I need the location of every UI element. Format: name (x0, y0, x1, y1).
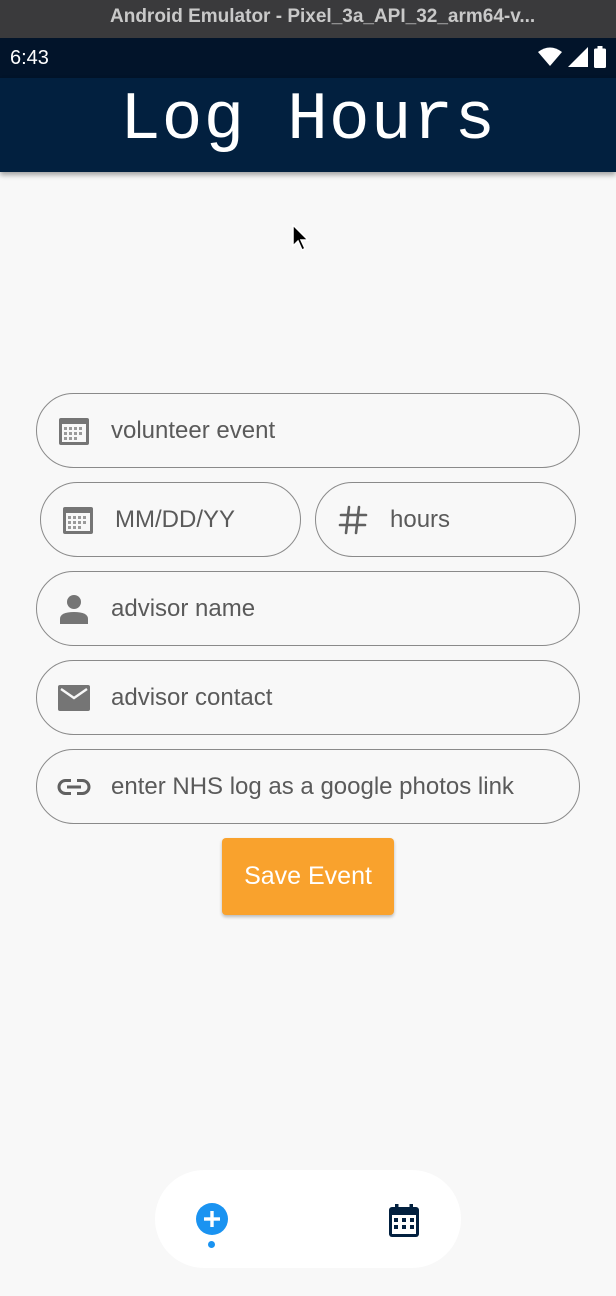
bottom-nav (155, 1170, 461, 1268)
mouse-cursor-icon (292, 223, 310, 256)
advisor-name-input[interactable] (111, 594, 579, 623)
calendar-icon (57, 414, 91, 448)
photos-link-field[interactable] (36, 749, 580, 824)
page-title: Log Hours (119, 82, 497, 159)
photos-link-input[interactable] (111, 772, 579, 801)
hash-icon (336, 503, 370, 537)
status-icons (538, 46, 606, 68)
window-title: Android Emulator - Pixel_3a_API_32_arm64… (0, 0, 616, 38)
event-name-field[interactable] (36, 393, 580, 468)
email-icon (57, 681, 91, 715)
calendar-month-icon (389, 1204, 419, 1237)
status-bar: 6:43 (0, 38, 616, 78)
link-icon (57, 770, 91, 804)
advisor-contact-field[interactable] (36, 660, 580, 735)
hours-field[interactable] (315, 482, 576, 557)
hours-input[interactable] (390, 505, 575, 534)
save-event-button[interactable]: Save Event (222, 838, 394, 915)
nav-calendar-button[interactable] (374, 1191, 434, 1251)
advisor-contact-input[interactable] (111, 683, 579, 712)
event-name-input[interactable] (111, 416, 579, 445)
add-circle-icon (196, 1203, 228, 1235)
date-field[interactable] (40, 482, 301, 557)
wifi-icon (538, 47, 562, 66)
person-icon (57, 592, 91, 626)
battery-icon (594, 46, 606, 68)
cell-signal-icon (568, 47, 588, 67)
nav-add-button[interactable] (182, 1189, 242, 1249)
advisor-name-field[interactable] (36, 571, 580, 646)
date-input[interactable] (115, 505, 300, 534)
app-bar: Log Hours (0, 78, 616, 172)
calendar-icon (61, 503, 95, 537)
status-time: 6:43 (10, 47, 49, 69)
nav-selected-indicator (208, 1241, 215, 1248)
